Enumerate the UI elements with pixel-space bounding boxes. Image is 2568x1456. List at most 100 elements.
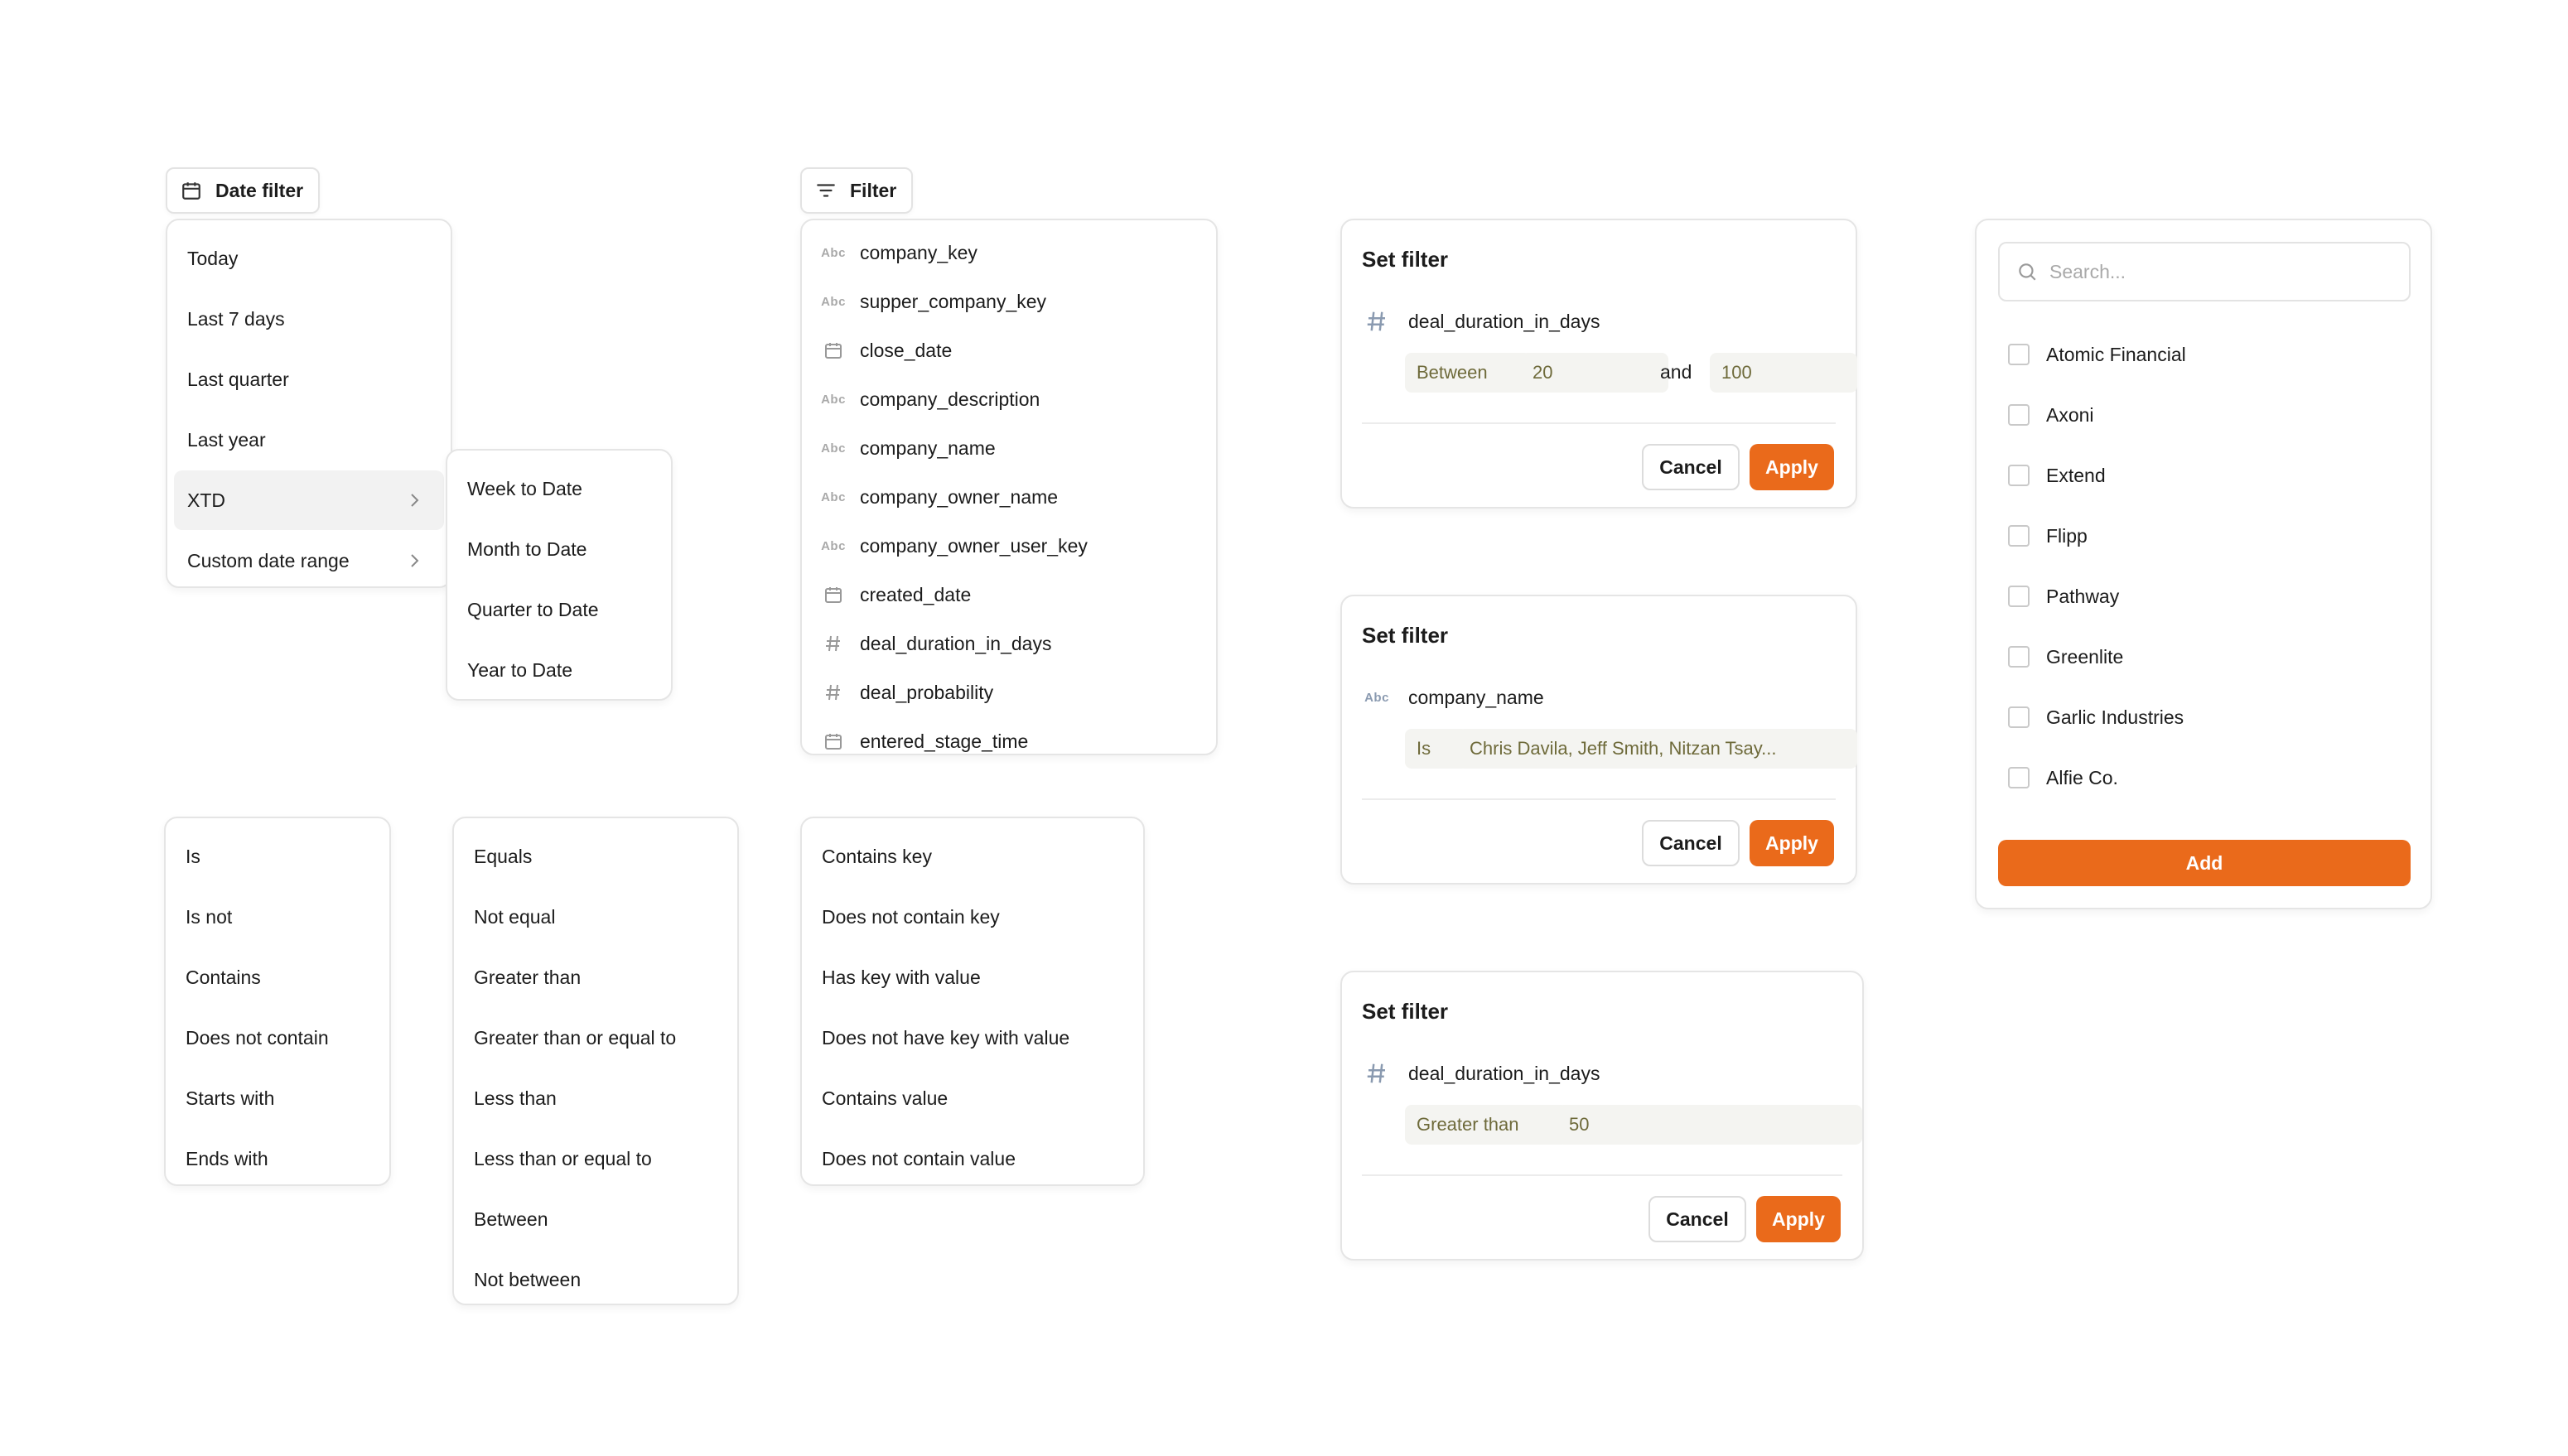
operator-contains[interactable]: Contains xyxy=(172,947,383,1007)
operator-greater-than-or-equal[interactable]: Greater than or equal to xyxy=(461,1008,731,1068)
company-option[interactable]: Greenlite xyxy=(2008,640,2123,673)
checkbox[interactable] xyxy=(2008,344,2030,365)
operator-not-equal[interactable]: Not equal xyxy=(461,887,731,947)
field-item[interactable]: Abc company_description xyxy=(820,375,1040,423)
date-option-last-quarter[interactable]: Last quarter xyxy=(174,350,444,409)
checkbox[interactable] xyxy=(2008,586,2030,607)
date-option-today[interactable]: Today xyxy=(174,229,444,288)
operator-between[interactable]: Between xyxy=(461,1189,731,1249)
add-button[interactable]: Add xyxy=(1998,840,2411,886)
date-option-label: XTD xyxy=(187,489,225,511)
date-option-custom-range[interactable]: Custom date range xyxy=(174,531,444,591)
apply-button[interactable]: Apply xyxy=(1750,820,1834,866)
field-item[interactable]: Abc company_name xyxy=(820,424,996,472)
xtd-option-year[interactable]: Year to Date xyxy=(454,640,664,700)
operator-does-not-have-key-with-value[interactable]: Does not have key with value xyxy=(809,1008,1137,1068)
apply-button[interactable]: Apply xyxy=(1750,444,1834,490)
company-option[interactable]: Pathway xyxy=(2008,580,2119,613)
date-filter-button[interactable]: Date filter xyxy=(166,167,320,214)
company-option-label: Flipp xyxy=(2046,524,2088,547)
operator-contains-value[interactable]: Contains value xyxy=(809,1068,1137,1128)
hash-icon xyxy=(820,682,847,702)
company-option[interactable]: Extend xyxy=(2008,459,2106,492)
operator-less-than[interactable]: Less than xyxy=(461,1068,731,1128)
company-option[interactable]: Flipp xyxy=(2008,519,2088,552)
hash-icon xyxy=(1362,1058,1392,1088)
checkbox[interactable] xyxy=(2008,767,2030,788)
operator-is-not[interactable]: Is not xyxy=(172,887,383,947)
text-type-icon: Abc xyxy=(821,392,846,407)
field-item[interactable]: Abc company_owner_name xyxy=(820,473,1058,521)
checkbox[interactable] xyxy=(2008,465,2030,486)
value-input[interactable]: 50 xyxy=(1557,1105,1862,1145)
date-option-last-year[interactable]: Last year xyxy=(174,410,444,470)
operator-less-than-or-equal[interactable]: Less than or equal to xyxy=(461,1129,731,1188)
set-filter-title: Set filter xyxy=(1362,623,1449,648)
field-item[interactable]: Abc company_key xyxy=(820,229,977,277)
date-option-last-7-days[interactable]: Last 7 days xyxy=(174,289,444,349)
operator-does-not-contain[interactable]: Does not contain xyxy=(172,1008,383,1068)
operator-label: Contains key xyxy=(822,845,932,867)
field-item[interactable]: deal_duration_in_days xyxy=(820,620,1051,668)
xtd-option-label: Week to Date xyxy=(467,477,582,499)
operator-has-key-with-value[interactable]: Has key with value xyxy=(809,947,1137,1007)
operator-select[interactable]: Greater than xyxy=(1405,1105,1567,1145)
operator-value: Between xyxy=(1417,362,1488,383)
field-item[interactable]: entered_stage_time xyxy=(820,717,1028,754)
field-item[interactable]: deal_probability xyxy=(820,668,993,716)
set-filter-between-card: Set filter deal_duration_in_days Between… xyxy=(1340,219,1857,509)
operator-not-between[interactable]: Not between xyxy=(461,1250,731,1309)
company-option[interactable]: Garlic Industries xyxy=(2008,701,2184,734)
cancel-button[interactable]: Cancel xyxy=(1648,1196,1746,1242)
operator-does-not-contain-key[interactable]: Does not contain key xyxy=(809,887,1137,947)
checkbox[interactable] xyxy=(2008,706,2030,728)
multi-value-input[interactable]: Chris Davila, Jeff Smith, Nitzan Tsay... xyxy=(1458,729,1857,769)
company-option-label: Greenlite xyxy=(2046,645,2124,668)
calendar-icon xyxy=(820,585,847,605)
operator-equals[interactable]: Equals xyxy=(461,827,731,886)
xtd-option-month[interactable]: Month to Date xyxy=(454,519,664,579)
checkbox[interactable] xyxy=(2008,525,2030,547)
filter-button[interactable]: Filter xyxy=(800,167,913,214)
filter-field-name: deal_duration_in_days xyxy=(1408,310,1600,332)
operator-does-not-contain-value[interactable]: Does not contain value xyxy=(809,1129,1137,1188)
value-to-input[interactable]: 100 xyxy=(1710,353,1857,393)
xtd-option-quarter[interactable]: Quarter to Date xyxy=(454,580,664,639)
search-input[interactable]: Search... xyxy=(1998,242,2411,301)
operator-ends-with[interactable]: Ends with xyxy=(172,1129,383,1188)
checkbox[interactable] xyxy=(2008,646,2030,668)
date-option-label: Custom date range xyxy=(187,549,350,571)
xtd-option-week[interactable]: Week to Date xyxy=(454,459,664,518)
operator-starts-with[interactable]: Starts with xyxy=(172,1068,383,1128)
field-item[interactable]: Abc supper_company_key xyxy=(820,277,1046,325)
operator-is[interactable]: Is xyxy=(172,827,383,886)
field-item[interactable]: created_date xyxy=(820,571,971,619)
company-option-label: Garlic Industries xyxy=(2046,706,2184,728)
apply-button[interactable]: Apply xyxy=(1756,1196,1841,1242)
cancel-button[interactable]: Cancel xyxy=(1642,820,1740,866)
filter-field-name: company_name xyxy=(1408,686,1544,708)
company-option[interactable]: Axoni xyxy=(2008,398,2094,431)
value-from-input[interactable]: 20 xyxy=(1521,353,1668,393)
cancel-button[interactable]: Cancel xyxy=(1642,444,1740,490)
operator-label: Does not have key with value xyxy=(822,1026,1070,1049)
input-value: 20 xyxy=(1533,362,1553,383)
input-value: 100 xyxy=(1721,362,1752,383)
field-item[interactable]: Abc company_owner_user_key xyxy=(820,522,1088,570)
operator-contains-key[interactable]: Contains key xyxy=(809,827,1137,886)
operator-value: Is xyxy=(1417,738,1431,759)
filter-field-row: Abc company_name xyxy=(1362,673,1544,722)
input-value: Chris Davila, Jeff Smith, Nitzan Tsay... xyxy=(1470,738,1777,759)
input-value: 50 xyxy=(1569,1114,1590,1135)
operator-label: Equals xyxy=(474,845,533,867)
field-label: deal_probability xyxy=(860,681,994,703)
company-option-label: Axoni xyxy=(2046,403,2094,426)
checkbox[interactable] xyxy=(2008,404,2030,426)
company-option[interactable]: Alfie Co. xyxy=(2008,761,2118,794)
date-option-xtd[interactable]: XTD xyxy=(174,470,444,530)
operator-greater-than[interactable]: Greater than xyxy=(461,947,731,1007)
company-option-label: Alfie Co. xyxy=(2046,766,2118,788)
company-option[interactable]: Atomic Financial xyxy=(2008,338,2186,371)
operator-select[interactable]: Between xyxy=(1405,353,1531,393)
field-item[interactable]: close_date xyxy=(820,326,952,374)
